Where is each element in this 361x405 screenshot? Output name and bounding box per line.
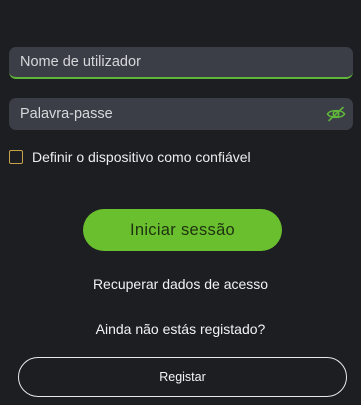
eye-slash-icon[interactable] bbox=[326, 104, 346, 124]
login-button[interactable]: Iniciar sessão bbox=[83, 209, 282, 251]
trusted-device-label: Definir o dispositivo como confiável bbox=[32, 149, 251, 165]
username-field[interactable] bbox=[9, 47, 353, 79]
username-input[interactable] bbox=[9, 47, 353, 77]
trusted-device-checkbox[interactable] bbox=[9, 150, 23, 164]
password-field[interactable] bbox=[9, 98, 353, 130]
trusted-device-option[interactable]: Definir o dispositivo como confiável bbox=[9, 147, 251, 167]
not-registered-text: Ainda não estás registado? bbox=[95, 321, 266, 337]
register-button[interactable]: Registar bbox=[18, 357, 347, 397]
recover-access-link[interactable]: Recuperar dados de acesso bbox=[0, 276, 361, 292]
password-input[interactable] bbox=[9, 98, 353, 130]
